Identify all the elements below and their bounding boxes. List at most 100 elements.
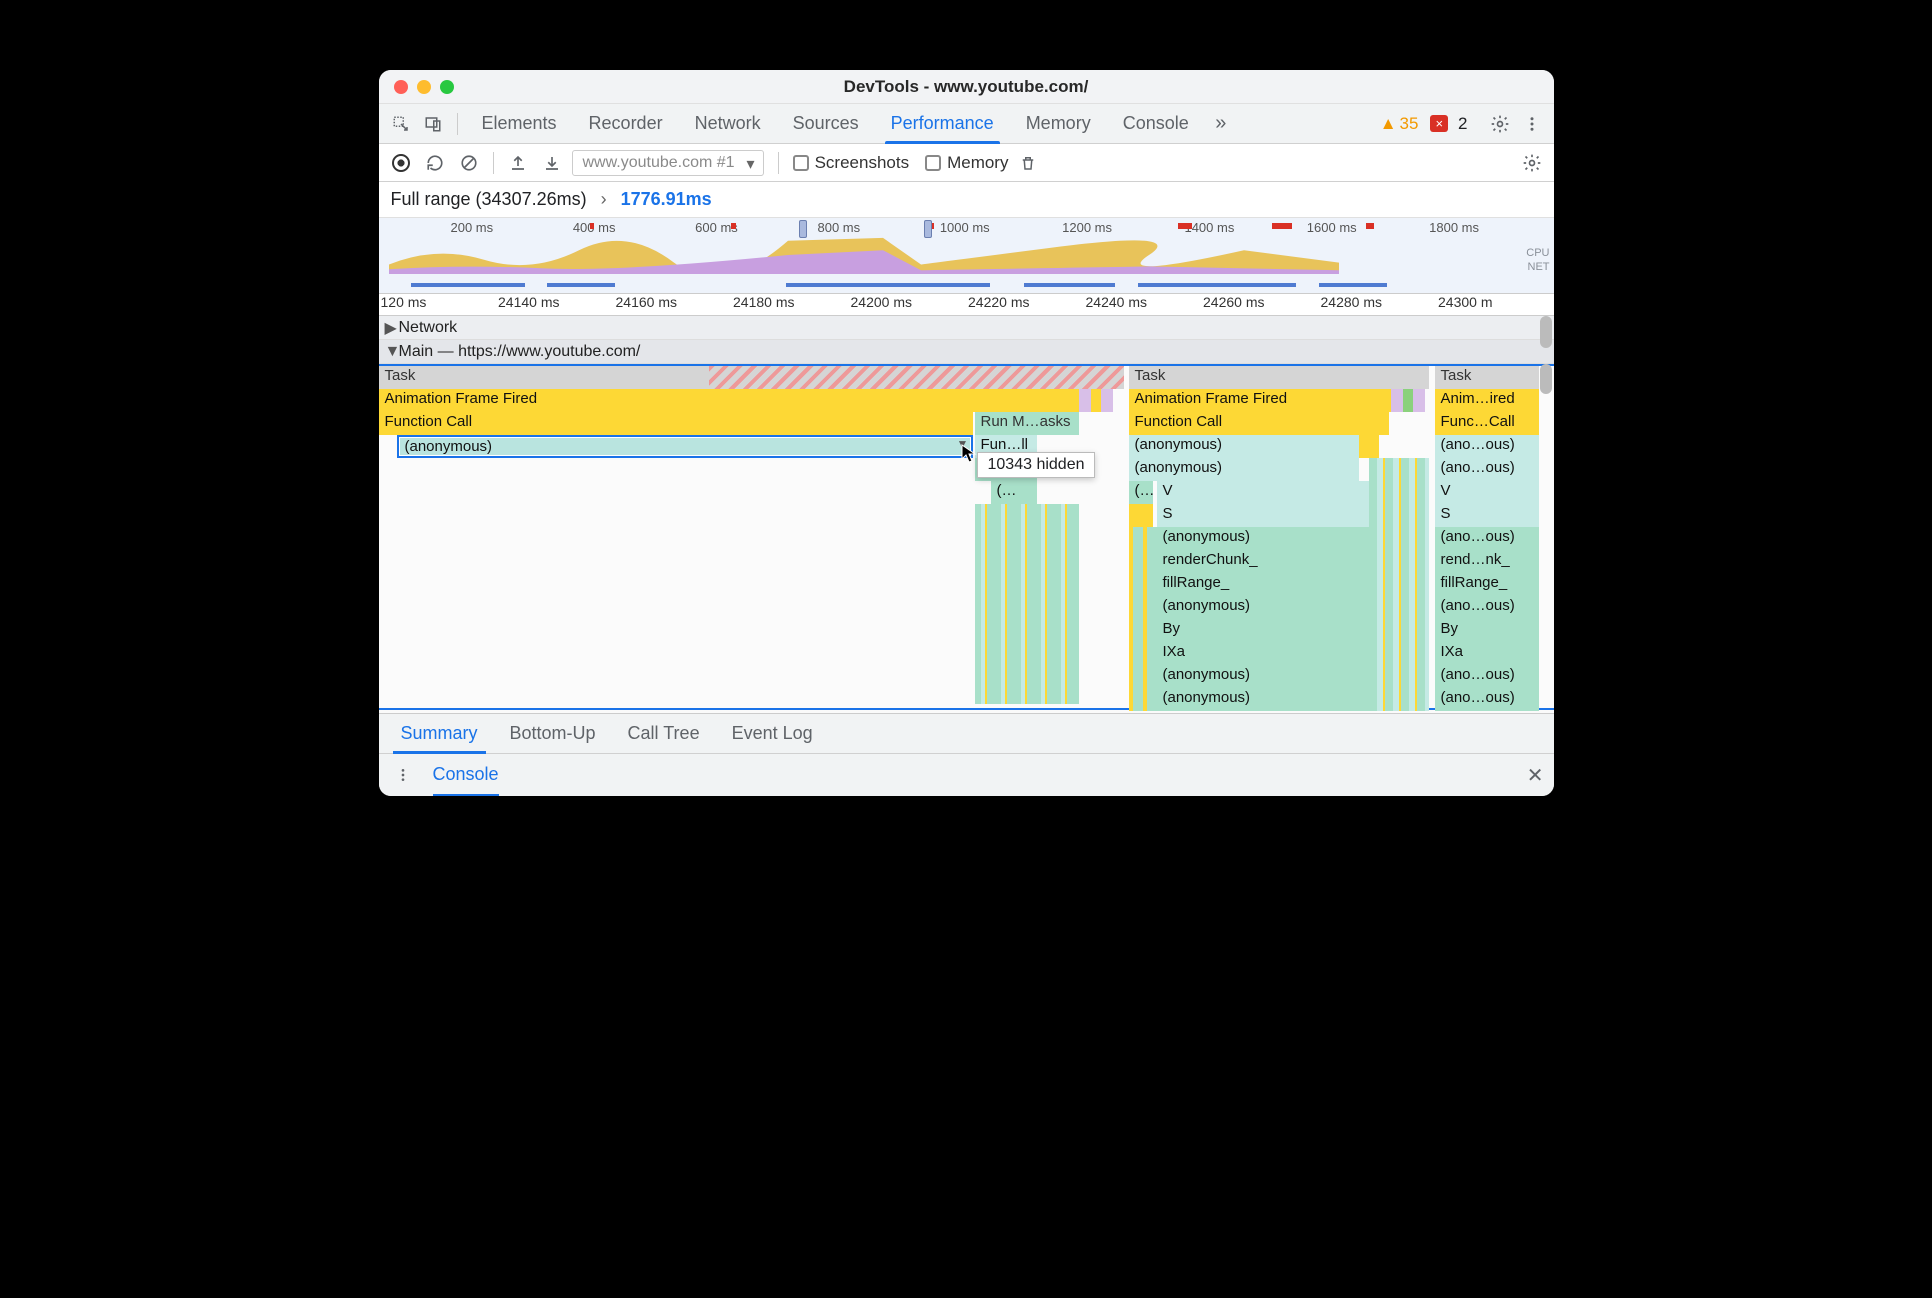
tab-memory[interactable]: Memory: [1012, 104, 1105, 143]
close-drawer-icon[interactable]: ✕: [1527, 763, 1544, 788]
flame-anonymous[interactable]: (anonymous): [1157, 665, 1369, 688]
flame-chart[interactable]: Task Animation Frame Fired Function Call…: [379, 364, 1554, 710]
flame-paren[interactable]: (…: [991, 481, 1037, 504]
tab-console[interactable]: Console: [1109, 104, 1203, 143]
net-overview: [389, 283, 1524, 289]
profile-select[interactable]: www.youtube.com #1: [572, 150, 764, 176]
inspect-element-icon[interactable]: [387, 110, 415, 138]
memory-checkbox[interactable]: Memory: [925, 153, 1008, 173]
flame-fill-range[interactable]: fillRange_: [1435, 573, 1539, 596]
garbage-collect-icon[interactable]: [1014, 149, 1042, 177]
flame-stack-stripes[interactable]: [1129, 527, 1157, 711]
flame-animation-frame[interactable]: Anim…ired: [1435, 389, 1539, 412]
tab-summary[interactable]: Summary: [385, 714, 494, 753]
flame-slice[interactable]: [1079, 389, 1091, 412]
selected-range-label[interactable]: 1776.91ms: [621, 189, 712, 210]
flame-s[interactable]: S: [1435, 504, 1539, 527]
flame-anonymous[interactable]: (anonymous): [1157, 596, 1369, 619]
warnings-indicator[interactable]: ▲ 35: [1380, 114, 1419, 134]
titlebar: DevTools - www.youtube.com/: [379, 70, 1554, 104]
console-drawer: Console ✕: [379, 754, 1554, 796]
flame-slice[interactable]: [1359, 435, 1379, 458]
flame-function-call[interactable]: Function Call: [379, 412, 973, 435]
flame-animation-frame[interactable]: Animation Frame Fired: [379, 389, 1079, 412]
flame-v[interactable]: V: [1435, 481, 1539, 504]
tab-call-tree[interactable]: Call Tree: [612, 714, 716, 753]
flame-ixa[interactable]: IXa: [1435, 642, 1539, 665]
tab-performance[interactable]: Performance: [877, 104, 1008, 143]
flame-by[interactable]: By: [1435, 619, 1539, 642]
divider: [493, 152, 494, 174]
divider: [457, 113, 458, 135]
mouse-cursor-icon: [961, 444, 977, 464]
flame-render-chunk[interactable]: rend…nk_: [1435, 550, 1539, 573]
tab-elements[interactable]: Elements: [468, 104, 571, 143]
flame-by[interactable]: By: [1157, 619, 1369, 642]
flame-long-task[interactable]: [709, 366, 1124, 389]
download-profile-icon[interactable]: [538, 149, 566, 177]
main-tabs: Elements Recorder Network Sources Perfor…: [379, 104, 1554, 144]
flame-function-call[interactable]: Function Call: [1129, 412, 1389, 435]
drawer-console-tab[interactable]: Console: [433, 764, 499, 787]
scrollbar-thumb[interactable]: [1540, 364, 1552, 394]
flame-slice[interactable]: [1391, 389, 1403, 412]
screenshots-checkbox[interactable]: Screenshots: [793, 153, 910, 173]
tab-sources[interactable]: Sources: [779, 104, 873, 143]
flame-anonymous[interactable]: (ano…ous): [1435, 458, 1539, 481]
settings-icon[interactable]: [1486, 110, 1514, 138]
capture-settings-icon[interactable]: [1518, 149, 1546, 177]
flame-anonymous[interactable]: (anonymous): [1157, 688, 1369, 711]
network-track-header[interactable]: ▶ Network: [379, 316, 1554, 340]
upload-profile-icon[interactable]: [504, 149, 532, 177]
flame-anonymous[interactable]: (ano…ous): [1435, 688, 1539, 711]
device-toolbar-icon[interactable]: [419, 110, 447, 138]
overview-markers: [379, 223, 1554, 233]
flame-fill-range[interactable]: fillRange_: [1157, 573, 1369, 596]
flame-task[interactable]: Task: [1129, 366, 1429, 389]
scrollbar-thumb[interactable]: [1540, 316, 1552, 348]
flame-stack-stripes[interactable]: [1369, 458, 1429, 711]
flame-slice[interactable]: [1413, 389, 1425, 412]
flame-ellipsis[interactable]: (…: [1129, 481, 1153, 504]
flame-anonymous[interactable]: (ano…ous): [1435, 665, 1539, 688]
clear-icon[interactable]: [455, 149, 483, 177]
flame-function-call[interactable]: Func…Call: [1435, 412, 1539, 435]
reload-record-icon[interactable]: [421, 149, 449, 177]
range-breadcrumb: Full range (34307.26ms) › 1776.91ms: [379, 182, 1554, 218]
flame-anonymous[interactable]: (anonymous): [1129, 458, 1359, 481]
error-badge-icon[interactable]: ×: [1430, 115, 1448, 132]
flame-stack-stripes[interactable]: [975, 504, 1079, 704]
flame-s[interactable]: S: [1157, 504, 1369, 527]
flame-v[interactable]: V: [1157, 481, 1369, 504]
flame-anonymous[interactable]: (ano…ous): [1435, 527, 1539, 550]
flame-animation-frame[interactable]: Animation Frame Fired: [1129, 389, 1391, 412]
flame-render-chunk[interactable]: renderChunk_: [1157, 550, 1369, 573]
overview-timeline[interactable]: 200 ms 400 ms 600 ms 800 ms 1000 ms 1200…: [379, 218, 1554, 294]
tracks-scrollbar[interactable]: [1540, 316, 1552, 713]
tab-recorder[interactable]: Recorder: [575, 104, 677, 143]
drawer-menu-icon[interactable]: [389, 761, 417, 789]
flame-anonymous[interactable]: (anonymous): [1157, 527, 1369, 550]
main-track-header[interactable]: ▼ Main — https://www.youtube.com/: [379, 340, 1554, 364]
warning-icon: ▲: [1380, 114, 1397, 134]
flame-run-microtasks[interactable]: Run M…asks: [975, 412, 1079, 435]
tab-network[interactable]: Network: [681, 104, 775, 143]
flame-anonymous[interactable]: (ano…ous): [1435, 596, 1539, 619]
window-title: DevTools - www.youtube.com/: [379, 77, 1554, 97]
full-range-label[interactable]: Full range (34307.26ms): [391, 189, 587, 210]
flame-ixa[interactable]: IXa: [1157, 642, 1369, 665]
flame-task[interactable]: Task: [1435, 366, 1539, 389]
tab-bottom-up[interactable]: Bottom-Up: [494, 714, 612, 753]
kebab-menu-icon[interactable]: [1518, 110, 1546, 138]
flame-slice[interactable]: [1129, 504, 1153, 527]
collapse-icon: ▶: [385, 318, 395, 338]
record-button[interactable]: [387, 149, 415, 177]
flame-anonymous-selected[interactable]: (anonymous): [397, 435, 973, 458]
more-tabs-icon[interactable]: »: [1207, 110, 1235, 138]
tab-event-log[interactable]: Event Log: [716, 714, 829, 753]
flame-slice[interactable]: [1101, 389, 1113, 412]
flame-anonymous[interactable]: (anonymous): [1129, 435, 1359, 458]
performance-toolbar: www.youtube.com #1 Screenshots Memory: [379, 144, 1554, 182]
hidden-count-tooltip: 10343 hidden: [977, 452, 1096, 478]
flame-anonymous[interactable]: (ano…ous): [1435, 435, 1539, 458]
